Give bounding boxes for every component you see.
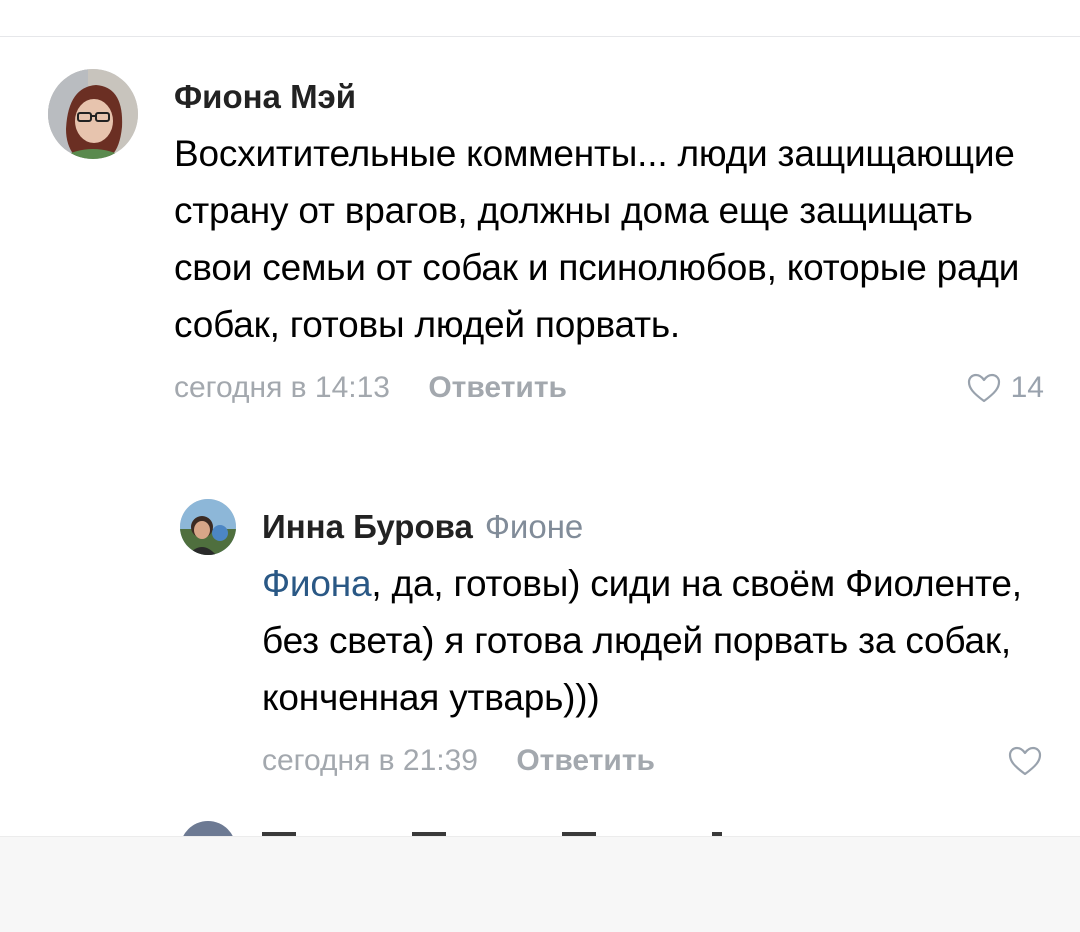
comment-author: Инна Бурова Фионе (262, 499, 1042, 555)
comment-body: Фиона Мэй Восхитительные комменты... люд… (174, 69, 1044, 413)
comment-body: Инна Бурова Фионе Фиона, да, готовы) сиди… (262, 499, 1042, 786)
avatar[interactable] (180, 499, 236, 555)
comment-author[interactable]: Фиона Мэй (174, 69, 1044, 125)
like-button[interactable]: 14 (967, 363, 1044, 413)
comment-text: Фиона, да, готовы) сиди на своём Фиолент… (262, 555, 1042, 726)
avatar[interactable] (180, 821, 236, 837)
author-name[interactable]: Инна Бурова (262, 508, 473, 545)
bottom-background (0, 836, 1080, 932)
comment-timestamp: сегодня в 14:13 (174, 371, 390, 404)
comments-card: Фиона Мэй Восхитительные комменты... люд… (0, 36, 1080, 837)
reply-button[interactable]: Ответить (428, 371, 567, 404)
comment-meta: сегодня в 14:13 Ответить 14 (174, 363, 1044, 413)
comment-text: Восхитительные комменты... люди защищающ… (174, 133, 1020, 345)
like-count: 14 (1010, 371, 1044, 404)
reply-button[interactable]: Ответить (516, 744, 655, 777)
user-photo-avatar-icon (48, 69, 138, 159)
mention-link[interactable]: Фиона (262, 563, 372, 604)
like-button[interactable] (1008, 736, 1042, 786)
comment-meta: сегодня в 21:39 Ответить (262, 736, 1042, 786)
avatar[interactable] (48, 69, 138, 159)
author-name[interactable]: Фиона Мэй (174, 78, 356, 115)
heart-outline-icon (967, 373, 1000, 403)
comment-timestamp: сегодня в 21:39 (262, 744, 478, 777)
comment-text-body: , да, готовы) сиди на своём Фиоленте, бе… (262, 563, 1022, 718)
heart-outline-icon (1008, 746, 1042, 776)
screenshot-page: Фиона Мэй Восхитительные комменты... люд… (0, 0, 1080, 932)
user-photo-avatar-icon (180, 499, 236, 555)
reply-addressee[interactable]: Фионе (485, 508, 583, 545)
